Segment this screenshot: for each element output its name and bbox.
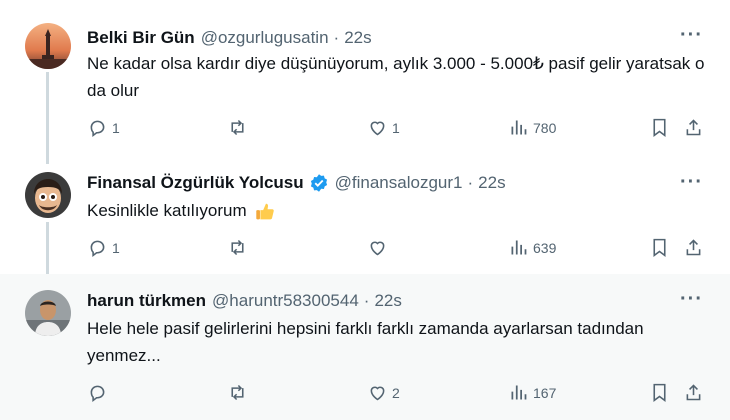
views-button[interactable]: 639 xyxy=(508,237,556,258)
avatar[interactable] xyxy=(25,290,71,336)
bookmark-icon xyxy=(653,383,666,402)
share-button[interactable] xyxy=(683,237,704,258)
views-button[interactable]: 780 xyxy=(508,117,556,138)
views-count: 639 xyxy=(533,239,557,256)
like-button[interactable]: 2 xyxy=(367,382,400,403)
timestamp[interactable]: 22s xyxy=(478,173,505,193)
retweet-icon xyxy=(231,384,244,401)
verified-badge-icon xyxy=(310,174,327,192)
tweet-text: Kesinlikle katılıyorum xyxy=(87,197,707,224)
tweet-text-content: Kesinlikle katılıyorum xyxy=(87,201,247,220)
like-count: 1 xyxy=(392,119,400,136)
bookmark-button[interactable] xyxy=(649,237,670,258)
separator: · xyxy=(363,291,370,310)
display-name[interactable]: Finansal Özgürlük Yolcusu xyxy=(87,173,304,193)
reply-icon xyxy=(90,385,105,402)
views-button[interactable]: 167 xyxy=(508,382,556,403)
views-icon xyxy=(511,120,527,135)
heart-icon xyxy=(370,386,385,401)
like-button[interactable] xyxy=(367,237,392,258)
share-button[interactable] xyxy=(683,117,704,138)
like-button[interactable]: 1 xyxy=(367,117,400,138)
views-icon xyxy=(511,240,527,255)
user-handle[interactable]: @finansalozgur1 xyxy=(335,173,463,193)
tweet[interactable]: Finansal Özgürlük Yolcusu @finansalozgur… xyxy=(0,162,730,274)
thumbs-up-icon xyxy=(256,203,275,219)
heart-icon xyxy=(370,121,385,136)
user-handle[interactable]: @ozgurlugusatin xyxy=(201,28,329,48)
display-name[interactable]: harun türkmen xyxy=(87,291,206,311)
heart-icon xyxy=(370,241,385,256)
retweet-button[interactable] xyxy=(227,117,252,138)
action-bar: 1 639 xyxy=(87,237,712,261)
reply-button[interactable] xyxy=(87,382,112,403)
tweet[interactable]: harun türkmen @haruntr58300544 · 22s ···… xyxy=(0,274,730,420)
action-bar: 2 167 xyxy=(87,382,712,406)
retweet-button[interactable] xyxy=(227,237,252,258)
tweet-header: harun türkmen @haruntr58300544 · 22s xyxy=(87,291,402,311)
retweet-button[interactable] xyxy=(227,382,252,403)
tweet-text: Ne kadar olsa kardır diye düşünüyorum, a… xyxy=(87,54,705,100)
retweet-icon xyxy=(231,119,244,136)
reply-icon xyxy=(90,240,105,257)
share-button[interactable] xyxy=(683,382,704,403)
views-count: 780 xyxy=(533,119,557,136)
more-options-icon[interactable]: ··· xyxy=(680,288,703,311)
share-icon xyxy=(686,239,701,256)
separator: · xyxy=(467,173,474,192)
views-icon xyxy=(511,385,527,400)
user-handle[interactable]: @haruntr58300544 xyxy=(212,291,359,311)
avatar[interactable] xyxy=(25,23,71,69)
tweet-header: Finansal Özgürlük Yolcusu @finansalozgur… xyxy=(87,173,506,193)
bookmark-button[interactable] xyxy=(649,382,670,403)
reply-button[interactable]: 1 xyxy=(87,117,120,138)
avatar[interactable] xyxy=(25,172,71,218)
more-options-icon[interactable]: ··· xyxy=(680,171,703,194)
reply-button[interactable]: 1 xyxy=(87,237,120,258)
display-name[interactable]: Belki Bir Gün xyxy=(87,28,195,48)
timestamp[interactable]: 22s xyxy=(374,291,401,311)
share-icon xyxy=(686,384,701,401)
reply-icon xyxy=(90,120,105,137)
action-bar: 1 1 780 xyxy=(87,117,712,141)
bookmark-icon xyxy=(653,238,666,257)
tweet-header: Belki Bir Gün @ozgurlugusatin · 22s xyxy=(87,28,372,48)
reply-count: 1 xyxy=(112,239,120,256)
retweet-icon xyxy=(231,239,244,256)
like-count: 2 xyxy=(392,384,400,401)
views-count: 167 xyxy=(533,384,557,401)
separator: · xyxy=(333,28,340,47)
bookmark-icon xyxy=(653,118,666,137)
tweet-text: Hele hele pasif gelirlerini hepsini fark… xyxy=(87,319,644,365)
more-options-icon[interactable]: ··· xyxy=(680,24,703,47)
tweet[interactable]: Belki Bir Gün @ozgurlugusatin · 22s ··· … xyxy=(0,0,730,162)
reply-count: 1 xyxy=(112,119,120,136)
timestamp[interactable]: 22s xyxy=(344,28,371,48)
share-icon xyxy=(686,119,701,136)
bookmark-button[interactable] xyxy=(649,117,670,138)
